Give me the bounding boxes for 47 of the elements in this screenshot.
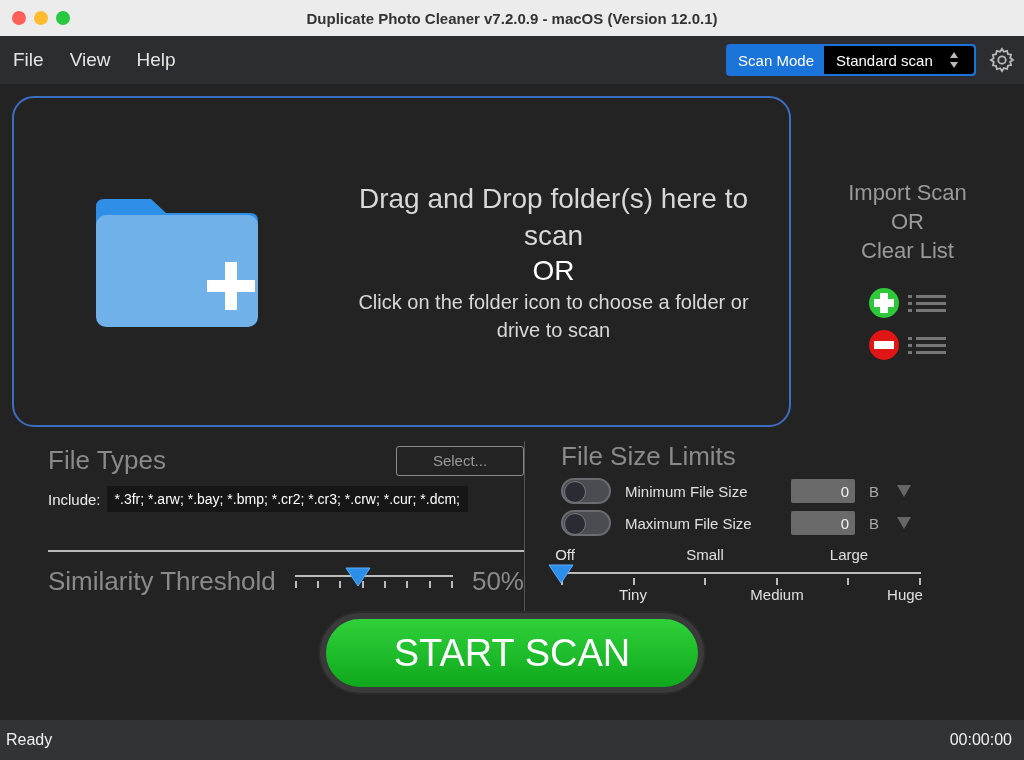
size-stop-label: Huge [887,586,923,603]
menu-item[interactable]: Help [127,49,185,71]
drop-zone[interactable]: Drag and Drop folder(s) here to scan OR Click on the folder icon to choose a folder or drive to scan [12,96,791,427]
size-stop-label: Tiny [619,586,647,603]
size-field[interactable]: 0 [791,479,855,503]
size-stop-label: Small [686,546,724,563]
toggle-switch[interactable] [561,510,611,536]
similarity-label: Similarity Threshold [48,566,276,597]
menu-item[interactable]: View [60,49,120,71]
import-text: Import Scan [848,179,967,207]
limit-label: Minimum File Size [625,482,749,500]
slider-thumb[interactable] [345,566,372,587]
window-title: Duplicate Photo Cleaner v7.2.0.9 - macOS (Version 12.0.1) [306,9,718,27]
size-stop-label: Large [829,546,869,563]
size-field[interactable]: 0 [791,511,855,535]
scan-mode-label: Scan Mode [737,50,815,71]
similarity-reading: 50% [471,566,524,597]
folder-add-icon[interactable] [96,196,258,327]
size-stop-label: Off [555,546,575,563]
elapsed-time: 00:00:00 [949,731,1012,749]
toggle-switch[interactable] [561,478,611,504]
zoom-icon[interactable] [56,11,70,25]
close-icon[interactable] [12,11,26,25]
or-text: OR [532,253,575,288]
unit-label: B [869,482,879,500]
status-text: Ready [6,731,53,749]
size-stop-label: Medium [750,586,804,603]
include-label: Include: [48,490,101,508]
limit-label: Maximum File Size [625,514,753,532]
section-title: File Types [48,445,166,476]
section-title: File Size Limits [561,441,737,472]
drop-hint: Click on the folder icon to choose a folder or drive to scan [357,289,750,343]
dropdown-icon[interactable] [897,517,911,529]
stepper-icon [948,50,959,70]
remove-list-icon[interactable] [867,329,948,361]
slider-thumb[interactable] [548,564,574,584]
dropdown-icon[interactable] [897,485,911,497]
import-text: Clear List [861,237,954,265]
settings-icon[interactable] [988,46,1016,74]
include-field[interactable]: *.3fr; *.arw; *.bay; *.bmp; *.cr2; *.cr3; *.crw; *.cur; *.dcm; [106,486,468,512]
select-button[interactable]: Select... [396,445,524,476]
unit-label: B [869,514,879,532]
menu-item[interactable]: File [4,49,53,71]
scan-mode-select[interactable]: Standard scan [824,46,974,74]
add-list-icon[interactable] [867,287,948,319]
drop-headline: Drag and Drop folder(s) here to scan [357,181,750,253]
import-text: OR [891,208,924,236]
